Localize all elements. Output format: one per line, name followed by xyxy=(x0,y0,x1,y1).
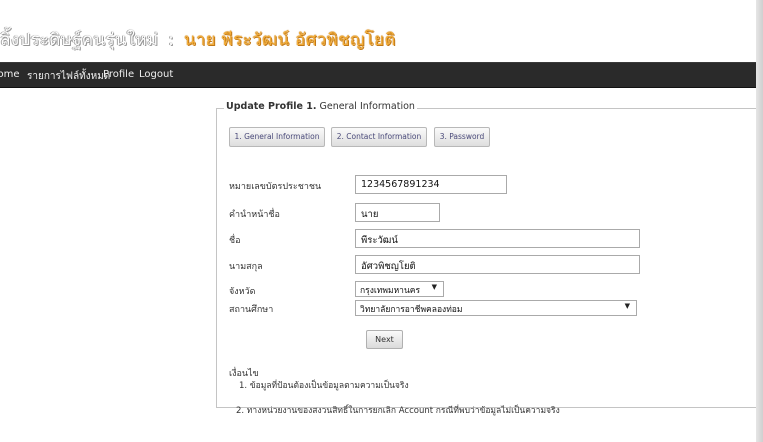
nav-profile[interactable]: Profile xyxy=(103,69,134,80)
user-name: นาย พีระวัฒน์ อัศวพิชญโยติ xyxy=(183,30,396,50)
first-name-input[interactable]: พีระวัฒน์ xyxy=(355,229,640,248)
citizen-id-input[interactable]: 1234567891234 xyxy=(355,175,507,194)
title-separator: : xyxy=(168,30,175,50)
school-selected-value: วิทยาลัยการอาชีพคลองท่อม xyxy=(360,305,463,315)
tab-password[interactable]: 3. Password xyxy=(434,127,490,147)
site-title-text: ลิ้งประดิษฐ์คนรุ่นใหม่ xyxy=(0,30,159,50)
nav-bar: Home รายการไฟล์ทั้งหมด Profile Logout xyxy=(0,62,756,88)
prefix-input[interactable]: นาย xyxy=(355,203,440,222)
next-button[interactable]: Next xyxy=(366,330,403,349)
note-item: 2. ทางหน่วยงานของสงวนสิทธิ์ในการยกเลิก A… xyxy=(236,406,560,416)
site-header: ลิ้งประดิษฐ์คนรุ่นใหม่ : นาย พีระวัฒน์ อ… xyxy=(0,24,756,62)
site-title: ลิ้งประดิษฐ์คนรุ่นใหม่ : นาย พีระวัฒน์ อ… xyxy=(0,26,396,53)
legend-subtitle: General Information xyxy=(316,101,415,112)
window-edge xyxy=(756,0,763,442)
last-name-label: นามสกุล xyxy=(229,262,263,272)
nav-home[interactable]: Home xyxy=(0,69,20,80)
first-name-label: ชื่อ xyxy=(229,236,241,246)
nav-all-files[interactable]: รายการไฟล์ทั้งหมด xyxy=(27,69,110,84)
school-select[interactable]: วิทยาลัยการอาชีพคลองท่อม ▼ xyxy=(355,300,637,316)
note-item: 1. ข้อมูลที่ป้อนต้องเป็นข้อมูลตามความเป็… xyxy=(239,381,409,391)
legend-title: Update Profile 1. xyxy=(226,101,317,112)
province-label: จังหวัด xyxy=(229,287,256,297)
chevron-down-icon: ▼ xyxy=(624,302,630,310)
chevron-down-icon: ▼ xyxy=(431,283,437,291)
school-label: สถานศึกษา xyxy=(229,305,274,315)
citizen-id-label: หมายเลขบัตรประชาชน xyxy=(229,182,322,192)
nav-logout[interactable]: Logout xyxy=(139,69,173,80)
province-select[interactable]: กรุงเทพมหานคร ▼ xyxy=(355,281,444,297)
prefix-label: คำนำหน้าชื่อ xyxy=(229,210,280,220)
fieldset-legend: Update Profile 1. General Information xyxy=(224,101,417,112)
tab-general-information[interactable]: 1. General Information xyxy=(229,127,325,147)
last-name-input[interactable]: อัศวพิชญโยติ xyxy=(355,255,640,274)
page: ลิ้งประดิษฐ์คนรุ่นใหม่ : นาย พีระวัฒน์ อ… xyxy=(0,0,763,442)
province-selected-value: กรุงเทพมหานคร xyxy=(360,286,421,296)
tab-contact-information[interactable]: 2. Contact Information xyxy=(331,127,427,147)
